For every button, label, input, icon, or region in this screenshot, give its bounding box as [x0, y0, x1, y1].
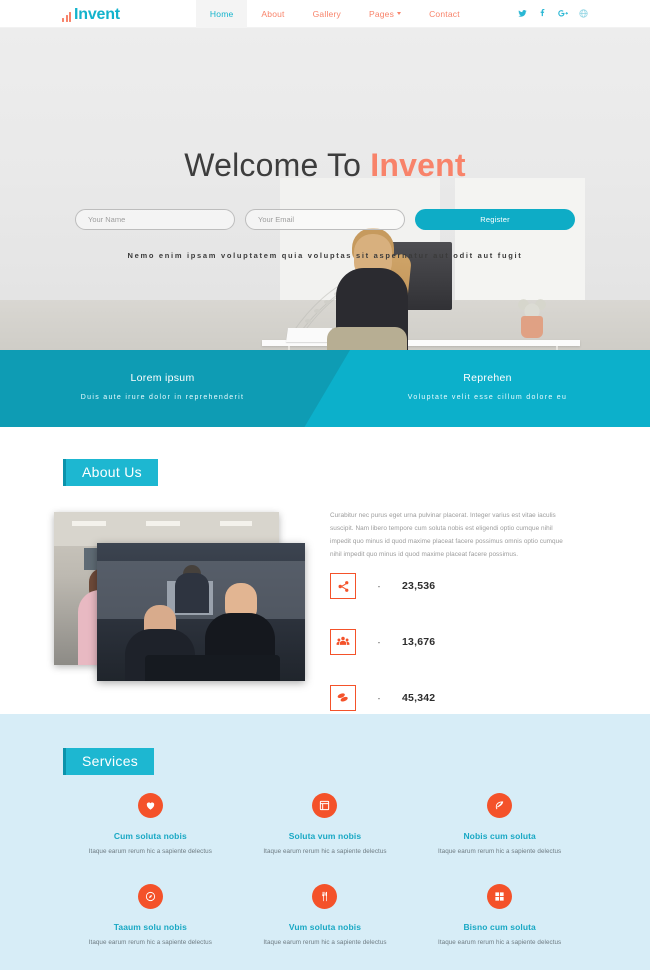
nav-link-gallery[interactable]: Gallery	[299, 0, 355, 28]
service-desc: Itaque earum rerum hic a sapiente delect…	[438, 939, 562, 946]
counter-value: 45,342	[402, 692, 436, 704]
cutlery-icon	[312, 884, 338, 909]
counter-dash: -	[377, 637, 381, 647]
hero-title-highlight: Invent	[370, 147, 466, 183]
users-group-icon	[330, 629, 356, 655]
about-photo-front	[97, 543, 305, 681]
service-item[interactable]: Soluta vum nobis Itaque earum rerum hic …	[238, 793, 413, 855]
banner-column-text: Voluptate velit esse cillum dolore eu	[407, 394, 568, 402]
globe-icon[interactable]	[579, 9, 588, 18]
google-plus-icon[interactable]	[558, 9, 568, 18]
counter-item: - 13,676	[330, 622, 435, 662]
coins-icon	[330, 685, 356, 711]
nav-link-contact[interactable]: Contact	[415, 0, 474, 28]
nav-link-pages[interactable]: Pages	[355, 0, 415, 28]
about-paragraph: Curabitur nec purus eget urna pulvinar p…	[330, 512, 563, 559]
counter-dash: -	[377, 581, 381, 591]
services-section-title: Services	[63, 748, 155, 775]
about-section-title: About Us	[63, 459, 158, 486]
hero-title: Welcome To Invent	[0, 147, 650, 184]
nav-link-pages-label: Pages	[368, 8, 395, 19]
service-item[interactable]: Nobis cum soluta Itaque earum rerum hic …	[412, 793, 587, 855]
service-title: Soluta vum nobis	[288, 831, 362, 841]
grid-icon	[487, 884, 513, 909]
name-input[interactable]	[75, 209, 235, 230]
email-input[interactable]	[245, 209, 405, 230]
service-title: Taaum solu nobis	[113, 922, 187, 932]
services-grid: Cum soluta nobis Itaque earum rerum hic …	[63, 793, 587, 946]
counter-dash: -	[377, 693, 381, 703]
banner-column-lorem-ipsum: Lorem ipsum Duis aute irure dolor in rep…	[0, 350, 325, 427]
service-desc: Itaque earum rerum hic a sapiente delect…	[263, 848, 387, 855]
feature-banner: Lorem ipsum Duis aute irure dolor in rep…	[0, 350, 650, 427]
nav-link-about[interactable]: About	[247, 0, 298, 28]
service-title: Vum soluta nobis	[288, 922, 362, 932]
twitter-icon[interactable]	[518, 9, 527, 18]
hero-register-form: Register	[0, 209, 650, 230]
chevron-down-icon	[397, 12, 402, 15]
share-nodes-icon	[330, 573, 356, 599]
service-desc: Itaque earum rerum hic a sapiente delect…	[438, 848, 562, 855]
brand-name: Invent	[74, 5, 120, 23]
about-badge-wrap: About Us	[63, 459, 158, 486]
service-title: Cum soluta nobis	[113, 831, 187, 841]
service-title: Bisno cum soluta	[463, 922, 536, 932]
service-item[interactable]: Cum soluta nobis Itaque earum rerum hic …	[63, 793, 238, 855]
compass-icon	[137, 884, 163, 909]
navbar: Invent Home About Gallery Pages Contact	[0, 0, 650, 28]
banner-column-reprehen: Reprehen Voluptate velit esse cillum dol…	[325, 350, 650, 427]
nav-link-contact-label: Contact	[429, 8, 460, 19]
social-links	[518, 9, 588, 18]
nav-link-home[interactable]: Home	[195, 0, 248, 28]
leaf-icon	[487, 793, 513, 818]
counter-value: 13,676	[402, 636, 436, 648]
service-item[interactable]: Bisno cum soluta Itaque earum rerum hic …	[412, 884, 587, 946]
window-icon	[312, 793, 338, 818]
service-desc: Itaque earum rerum hic a sapiente delect…	[88, 939, 212, 946]
nav-link-home-label: Home	[209, 8, 234, 19]
service-desc: Itaque earum rerum hic a sapiente delect…	[88, 848, 212, 855]
nav-link-gallery-label: Gallery	[312, 8, 341, 19]
service-title: Nobis cum soluta	[463, 831, 536, 841]
hero-section: Welcome To Invent Register Nemo enim ips…	[0, 28, 650, 350]
counter-item: - 23,536	[330, 566, 435, 606]
hero-subtitle: Nemo enim ipsam voluptatem quia voluptas…	[127, 251, 523, 260]
heart-icon	[137, 793, 163, 818]
service-item[interactable]: Taaum solu nobis Itaque earum rerum hic …	[63, 884, 238, 946]
service-item[interactable]: Vum soluta nobis Itaque earum rerum hic …	[238, 884, 413, 946]
counter-item: - 45,342	[330, 678, 435, 718]
services-badge-wrap: Services	[63, 748, 155, 775]
banner-column-text: Duis aute irure dolor in reprehenderit	[80, 394, 245, 402]
landing-page: Invent Home About Gallery Pages Contact	[0, 0, 650, 970]
banner-column-title: Reprehen	[463, 372, 512, 385]
facebook-icon[interactable]	[538, 9, 547, 18]
banner-column-title: Lorem ipsum	[130, 372, 195, 385]
nav-links: Home About Gallery Pages Contact	[195, 0, 474, 28]
nav-link-about-label: About	[261, 8, 285, 19]
about-counters: - 23,536 - 13,676 - 45,342	[330, 566, 435, 734]
register-button[interactable]: Register	[415, 209, 575, 230]
service-desc: Itaque earum rerum hic a sapiente delect…	[263, 939, 387, 946]
brand-logo[interactable]: Invent	[62, 6, 120, 22]
bar-chart-icon	[62, 11, 71, 22]
counter-value: 23,536	[402, 580, 436, 592]
hero-title-prefix: Welcome To	[184, 147, 371, 183]
